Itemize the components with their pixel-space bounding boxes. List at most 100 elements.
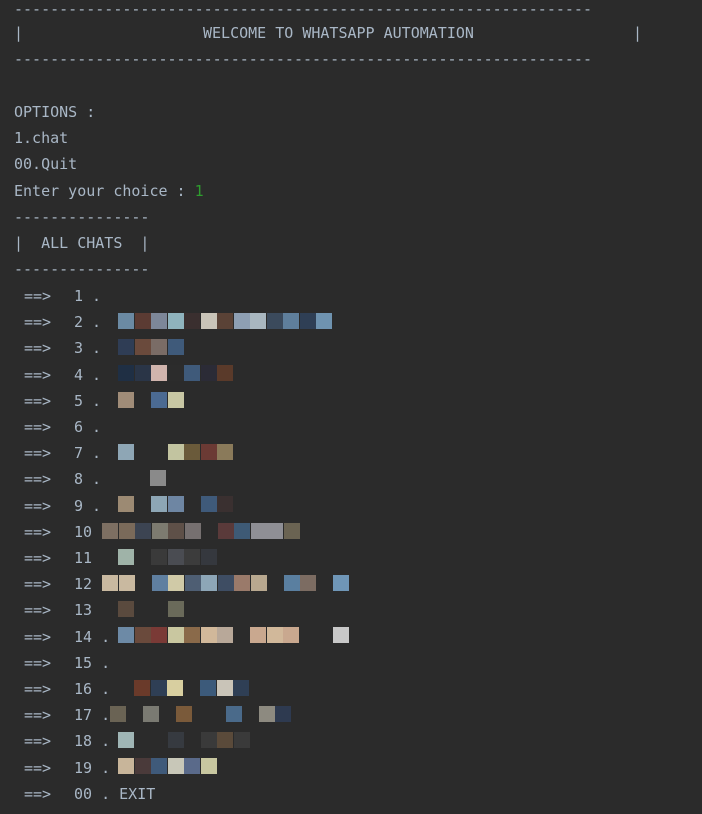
redaction-pixel	[234, 575, 250, 591]
redaction-pixel	[267, 522, 283, 539]
chat-row-arrow: ==>	[24, 470, 52, 489]
chat-row-arrow: ==>	[24, 680, 52, 698]
redaction-pixel	[167, 758, 184, 775]
redaction-pixel	[316, 313, 332, 329]
banner-left-pipe: |	[14, 24, 24, 42]
redaction-pixel	[134, 313, 151, 329]
redaction-pixel	[200, 313, 217, 329]
chat-row-arrow: ==>	[24, 601, 52, 620]
redaction-pixel	[167, 627, 184, 644]
redaction-pixel	[167, 601, 184, 618]
redaction-pixel	[200, 627, 217, 644]
redaction-pixel	[168, 522, 184, 539]
chat-row-number: 19 .	[74, 758, 111, 777]
redaction-pixel	[266, 313, 283, 329]
chat-row-number: 2 .	[74, 313, 102, 332]
chat-row-number: 14 .	[74, 627, 111, 646]
redaction-pixel	[258, 706, 275, 722]
redaction-pixel	[159, 706, 176, 722]
redaction-pixel	[200, 444, 217, 460]
chat-row-number: 5 .	[74, 391, 102, 410]
redaction-pixel	[167, 339, 184, 356]
redaction-pixel	[167, 548, 184, 565]
redaction-pixel	[184, 313, 200, 329]
chat-row-number: 8 .	[74, 470, 102, 489]
redaction-pixel	[201, 522, 217, 539]
redaction-pixel	[118, 522, 135, 539]
chat-row-arrow: ==>	[24, 627, 52, 646]
redaction-pixel	[316, 575, 333, 591]
redaction-pixel	[134, 548, 151, 565]
redaction-pixel	[118, 313, 134, 329]
redaction-pixel	[275, 706, 291, 722]
banner-title: WELCOME TO WHATSAPP AUTOMATION	[203, 24, 474, 42]
chat-row-arrow: ==>	[24, 784, 52, 803]
redaction-pixel	[217, 313, 233, 329]
banner-right-pipe: |	[633, 24, 643, 42]
redaction-pixel	[167, 496, 184, 513]
banner-rule-bottom: ----------------------------------------…	[14, 50, 592, 68]
redaction-pixel	[250, 575, 267, 591]
chat-row-number: 6 .	[74, 418, 102, 436]
redaction-pixel	[250, 313, 266, 329]
redaction-pixel	[118, 575, 135, 591]
redaction-pixel	[283, 627, 299, 644]
redaction-pixel	[299, 313, 316, 329]
chats-title: | ALL CHATS |	[14, 234, 150, 252]
redaction-pixel	[134, 601, 151, 618]
redaction-pixel	[225, 706, 242, 722]
chat-row-arrow: ==>	[24, 418, 52, 436]
redaction-pixel	[118, 339, 134, 356]
redaction-pixel	[250, 522, 267, 539]
redaction-pixel	[201, 575, 217, 591]
chat-row-arrow: ==>	[24, 496, 52, 515]
redaction-pixel	[184, 444, 200, 460]
chat-row-arrow: ==>	[24, 653, 52, 672]
chat-row-number: 18 .	[74, 732, 111, 751]
redaction-pixel	[283, 522, 300, 539]
redaction-pixel	[184, 496, 200, 513]
redaction-pixel	[134, 496, 151, 513]
redaction-pixel	[118, 391, 134, 408]
choice-prompt-label: Enter your choice :	[14, 182, 195, 200]
redaction-pixel	[200, 365, 217, 382]
redaction-pixel	[151, 496, 167, 513]
redaction-pixel	[184, 548, 200, 565]
redaction-pixel	[242, 706, 258, 722]
redaction-pixel	[217, 444, 233, 460]
redaction-pixel	[184, 522, 201, 539]
redaction-pixel	[200, 732, 217, 749]
chat-row-number: 13	[74, 601, 93, 620]
choice-input[interactable]: 1	[195, 182, 204, 200]
redaction-pixel	[167, 313, 184, 329]
chat-row-number: 17 .	[74, 706, 111, 725]
redaction-pixel	[332, 627, 349, 644]
redaction-pixel	[283, 313, 299, 329]
chat-row-number: 16 .	[74, 680, 111, 698]
chat-row-arrow: ==>	[24, 575, 52, 594]
chat-row-number: 15 .	[74, 653, 111, 672]
redaction-pixel	[217, 575, 234, 591]
redaction-pixel	[200, 679, 216, 696]
redaction-pixel	[151, 758, 167, 775]
redaction-pixel	[143, 706, 159, 722]
redaction-pixel	[134, 339, 151, 356]
redaction-pixel	[217, 732, 233, 749]
redaction-pixel	[233, 732, 250, 749]
chat-row-arrow: ==>	[24, 365, 52, 384]
redaction-pixel	[151, 601, 167, 618]
redaction-pixel	[250, 627, 266, 644]
redaction-pixel	[167, 391, 184, 408]
redaction-pixel	[176, 706, 192, 722]
redaction-pixel	[151, 391, 167, 408]
redaction-pixel	[134, 627, 151, 644]
redaction-pixel	[266, 627, 283, 644]
redaction-pixel	[184, 758, 200, 775]
redaction-pixel	[184, 365, 200, 382]
redaction-pixel	[283, 575, 300, 591]
redaction-pixel	[151, 627, 167, 644]
redaction-pixel	[150, 679, 167, 696]
chat-row-number: 11	[74, 549, 93, 567]
option-chat: 1.chat	[14, 129, 69, 147]
redaction-pixel	[118, 732, 134, 749]
